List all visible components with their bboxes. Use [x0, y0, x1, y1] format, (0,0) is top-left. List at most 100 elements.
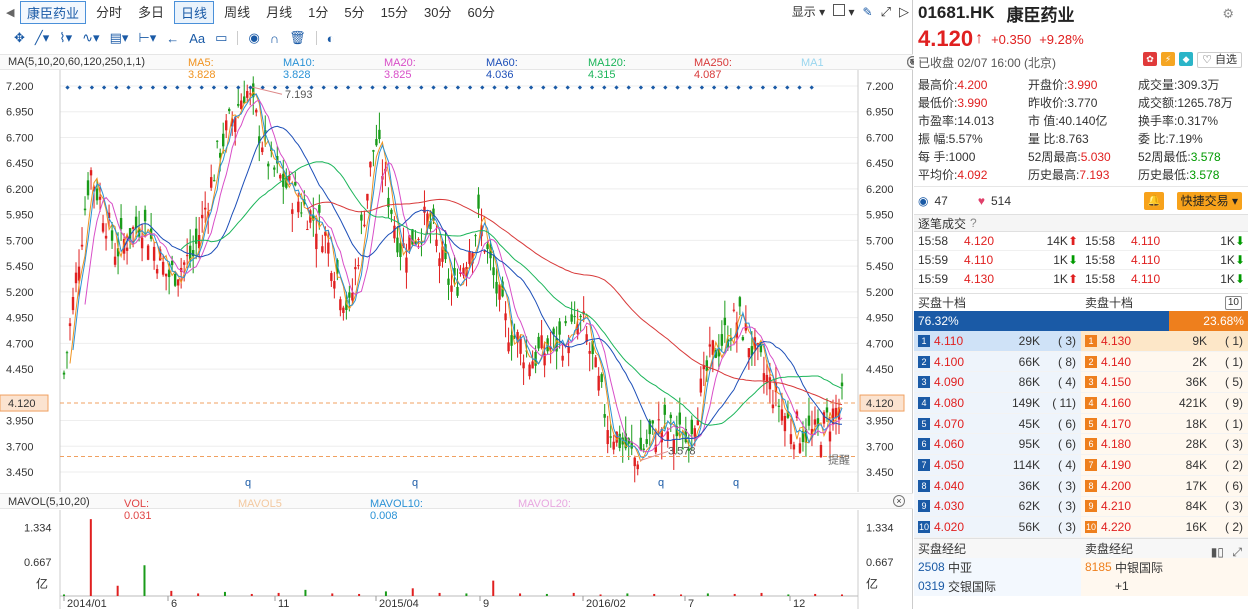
ask-level[interactable]: 6 4.180 28K ( 3): [1081, 434, 1248, 455]
candle: [209, 177, 213, 188]
magnet-icon[interactable]: ∩: [270, 31, 279, 46]
q-marker[interactable]: q: [658, 477, 664, 489]
volume-bar: [438, 592, 441, 596]
tab-period-7[interactable]: 15分: [375, 1, 414, 24]
fib-tool-icon[interactable]: ▤▾: [110, 30, 129, 46]
polyline-tool-icon[interactable]: ⌇▾: [59, 30, 72, 46]
bid-count-value: 3: [1065, 478, 1072, 493]
market-status: 已收盘 02/07 16:00 (北京): [918, 55, 1057, 70]
tick-entry: 15:58 4.110 1K⬇: [1081, 234, 1248, 248]
tab-period-4[interactable]: 月线: [260, 1, 298, 24]
eye-icon[interactable]: ◉: [248, 30, 259, 46]
likes-icon[interactable]: ♥: [978, 194, 985, 208]
candle: [342, 307, 345, 313]
gear-icon[interactable]: ⚙: [1222, 6, 1234, 22]
bar-chart-icon[interactable]: ▮▯: [1211, 542, 1224, 562]
tab-period-2[interactable]: 日线: [174, 0, 215, 24]
broker-name: 中亚: [948, 560, 973, 575]
volume-chart[interactable]: 1.334 1.334 0.667 0.667 亿 亿 2014/01 6 11 2015/04 9…: [0, 510, 913, 609]
candle: [666, 431, 669, 440]
candle: [360, 214, 363, 221]
broker-row[interactable]: 0319 交银国际: [914, 577, 1081, 596]
ask-level[interactable]: 7 4.190 84K ( 2): [1081, 455, 1248, 475]
bid-level[interactable]: 9 4.030 62K ( 3): [914, 496, 1081, 517]
range-tool-icon[interactable]: ⊢▾: [138, 30, 156, 46]
ask-level[interactable]: 9 4.210 84K ( 3): [1081, 496, 1248, 517]
expand-icon[interactable]: ⤢: [1232, 542, 1242, 562]
bid-level[interactable]: 3 4.090 86K ( 4): [914, 372, 1081, 393]
wave-tool-icon[interactable]: ∿▾: [82, 30, 99, 46]
x-tick-label: 2015/04: [379, 598, 419, 609]
bid-level[interactable]: 2 4.100 66K ( 8): [914, 351, 1081, 372]
ask-level[interactable]: 10 4.220 16K ( 2): [1081, 517, 1248, 537]
broker-row[interactable]: 2508 中亚: [914, 558, 1081, 577]
bid-level[interactable]: 8 4.040 36K ( 3): [914, 475, 1081, 496]
bid-count: ( 3): [1057, 333, 1076, 348]
stat-label: 52周最高:: [1028, 150, 1081, 164]
tab-stock[interactable]: 康臣药业: [20, 0, 87, 24]
bell-icon[interactable]: 🔔: [1144, 192, 1164, 210]
ask-level[interactable]: 8 4.200 17K ( 6): [1081, 475, 1248, 496]
ask-count: ( 1): [1224, 416, 1243, 431]
stat-label: 委 比:: [1138, 132, 1169, 146]
tab-period-9[interactable]: 60分: [462, 1, 501, 24]
move-crosshair-icon[interactable]: ✥: [14, 30, 25, 46]
depth-badge[interactable]: 10: [1224, 296, 1242, 310]
expand-icon[interactable]: ▷: [899, 4, 909, 20]
tab-period-8[interactable]: 30分: [418, 1, 457, 24]
alert-label[interactable]: 提醒: [828, 454, 850, 467]
y-tick-right: 4.950: [866, 313, 894, 325]
arrow-tool-icon[interactable]: ←: [166, 31, 179, 46]
y-tick-left: 5.950: [6, 210, 34, 222]
trash-icon[interactable]: 🗑: [289, 30, 306, 46]
tab-period-6[interactable]: 5分: [338, 1, 370, 24]
bid-count-value: 3: [1065, 333, 1072, 348]
bid-level[interactable]: 5 4.070 45K ( 6): [914, 413, 1081, 434]
bid-level[interactable]: 6 4.060 95K ( 6): [914, 434, 1081, 455]
bid-level[interactable]: 7 4.050 114K ( 4): [914, 455, 1081, 475]
ask-level[interactable]: 2 4.140 2K ( 1): [1081, 351, 1248, 372]
help-icon[interactable]: ?: [970, 216, 977, 230]
tab-period-1[interactable]: 多日: [132, 1, 170, 24]
bid-level[interactable]: 4 4.080 149K ( 11): [914, 393, 1081, 413]
toggle-icon[interactable]: ◐: [327, 31, 335, 46]
overlay-dropdown[interactable]: ▾: [833, 4, 855, 19]
orderbook-header: 买盘十档 卖盘十档 10: [914, 293, 1248, 311]
ask-level[interactable]: 4 4.160 421K ( 9): [1081, 393, 1248, 413]
ask-level[interactable]: 5 4.170 18K ( 1): [1081, 413, 1248, 434]
candlestick-chart[interactable]: 7.200 7.200 6.950 6.950 6.700 6.700 6.450 6.450…: [0, 70, 913, 492]
stat-label: 市 值:: [1028, 114, 1059, 128]
ask-price: 4.220: [1101, 520, 1132, 535]
fullscreen-icon[interactable]: ⤢: [881, 4, 891, 20]
broker-id: 2508: [918, 560, 945, 575]
lightning-icon[interactable]: ⚡: [1161, 52, 1176, 66]
tag-icon[interactable]: ◆: [1179, 52, 1194, 66]
volume-bar: [599, 594, 602, 596]
ask-level[interactable]: 1 4.130 9K ( 1): [1081, 331, 1248, 351]
ask-ratio-bar: 23.68%: [1168, 311, 1248, 331]
close-icon[interactable]: ×: [893, 495, 905, 507]
bid-level[interactable]: 10 4.020 56K ( 3): [914, 517, 1081, 537]
hk-flag-icon[interactable]: ✿: [1143, 52, 1158, 66]
volume-bar: [760, 592, 763, 596]
display-dropdown[interactable]: 显示 ▾: [792, 3, 825, 20]
back-arrow-icon[interactable]: ◀: [6, 6, 20, 19]
q-marker[interactable]: q: [733, 477, 739, 489]
pen-icon[interactable]: ✎: [863, 5, 873, 19]
q-marker[interactable]: q: [245, 477, 251, 489]
line-tool-icon[interactable]: ╱▾: [35, 30, 49, 46]
add-watchlist-button[interactable]: ♡ 自选: [1197, 52, 1242, 68]
quick-trade-button[interactable]: 快捷交易 ▾: [1176, 192, 1242, 210]
tab-period-0[interactable]: 分时: [90, 1, 128, 24]
comment-tool-icon[interactable]: ▭: [215, 30, 227, 46]
ask-level[interactable]: 3 4.150 36K ( 5): [1081, 372, 1248, 393]
tab-period-5[interactable]: 1分: [302, 1, 334, 24]
bid-volume: 149K: [1011, 395, 1040, 410]
q-marker[interactable]: q: [412, 477, 418, 489]
stat-label: 平均价:: [918, 168, 958, 182]
candle: [300, 212, 303, 214]
bid-level[interactable]: 1 4.110 29K ( 3): [914, 331, 1081, 351]
broker-row[interactable]: +1: [1081, 577, 1248, 596]
text-tool-icon[interactable]: Aa: [189, 31, 205, 46]
tab-period-3[interactable]: 周线: [218, 1, 256, 24]
